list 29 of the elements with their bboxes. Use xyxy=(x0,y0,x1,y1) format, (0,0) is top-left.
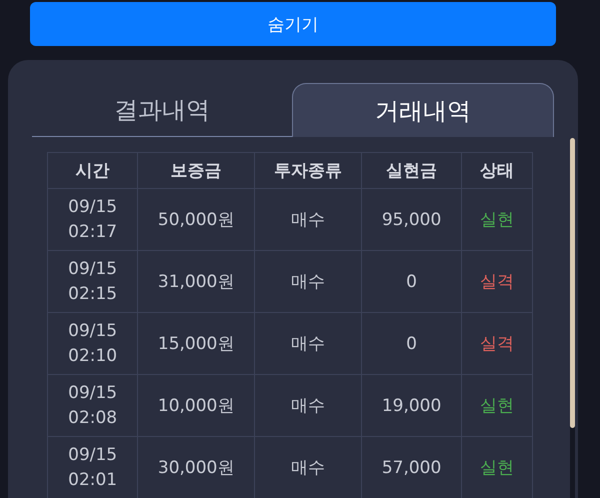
column-header: 투자종류 xyxy=(254,152,362,188)
table-cell: 매수 xyxy=(254,312,362,374)
table-cell: 09/15 02:10 xyxy=(48,312,138,374)
hide-button[interactable]: 숨기기 xyxy=(30,2,556,46)
tab[interactable]: 거래내역 xyxy=(292,83,554,137)
status-cell: 실격 xyxy=(462,312,532,374)
table-cell: 0 xyxy=(362,250,462,312)
table-cell: 50,000원 xyxy=(138,188,254,250)
table-cell: 09/15 02:17 xyxy=(48,188,138,250)
table-cell: 95,000 xyxy=(362,188,462,250)
status-cell: 실현 xyxy=(462,188,532,250)
table-cell: 0 xyxy=(362,312,462,374)
table-cell: 매수 xyxy=(254,374,362,436)
table-cell: 09/15 02:08 xyxy=(48,374,138,436)
table-cell: 19,000 xyxy=(362,374,462,436)
column-header: 상태 xyxy=(462,152,532,188)
table-cell: 15,000원 xyxy=(138,312,254,374)
table-cell: 09/15 02:15 xyxy=(48,250,138,312)
status-cell: 실격 xyxy=(462,250,532,312)
table-cell: 매수 xyxy=(254,250,362,312)
column-header: 보증금 xyxy=(138,152,254,188)
table-cell: 31,000원 xyxy=(138,250,254,312)
table-cell: 09/15 02:01 xyxy=(48,436,138,498)
table-cell: 매수 xyxy=(254,188,362,250)
scrollbar-thumb[interactable] xyxy=(570,138,575,428)
column-header: 실현금 xyxy=(362,152,462,188)
status-cell: 실현 xyxy=(462,374,532,436)
table-cell: 10,000원 xyxy=(138,374,254,436)
column-header: 시간 xyxy=(48,152,138,188)
